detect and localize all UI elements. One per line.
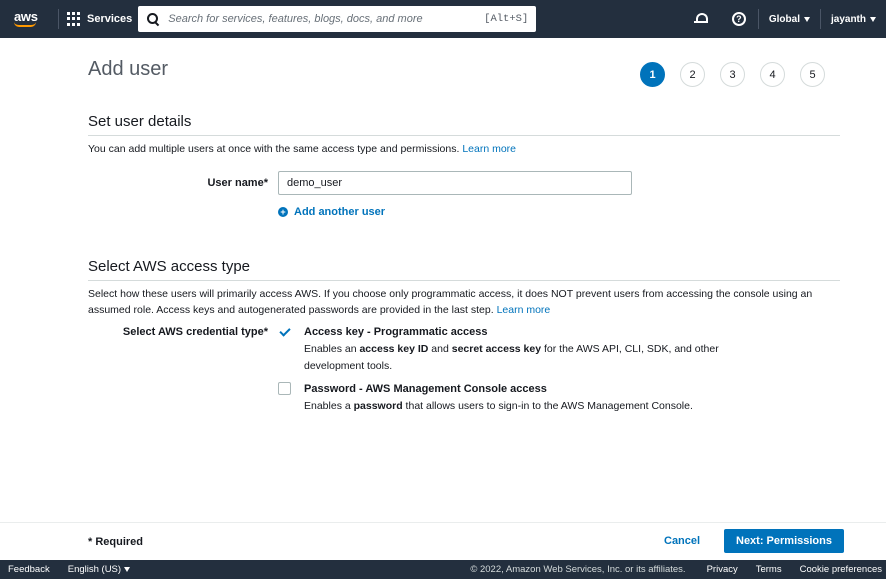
access-type-description: Select how these users will primarily ac… — [88, 286, 840, 318]
terms-link[interactable]: Terms — [747, 564, 791, 575]
cancel-button[interactable]: Cancel — [664, 535, 700, 547]
search-icon — [146, 12, 160, 26]
search-bar[interactable]: [Alt+S] — [138, 6, 537, 32]
plus-circle-icon: + — [278, 207, 288, 217]
password-checkbox[interactable] — [278, 382, 291, 395]
aws-logo[interactable]: aws — [14, 10, 50, 27]
credential-type-label: Select AWS credential type* — [122, 326, 268, 338]
access-key-checkbox[interactable] — [278, 325, 291, 338]
section-heading-access-type: Select AWS access type — [88, 258, 251, 275]
user-details-description-text: You can add multiple users at once with … — [88, 143, 460, 155]
section-divider — [88, 135, 840, 136]
services-menu-button[interactable]: Services — [67, 12, 132, 26]
wizard-step-2[interactable]: 2 — [680, 62, 705, 87]
desc-bold: password — [353, 400, 403, 412]
search-shortcut-hint: [Alt+S] — [484, 13, 529, 25]
services-label: Services — [87, 13, 133, 25]
aws-logo-smile-icon — [14, 22, 36, 27]
next-permissions-button[interactable]: Next: Permissions — [724, 529, 844, 553]
notifications-button[interactable] — [682, 0, 720, 38]
bell-icon — [693, 13, 708, 25]
desc-text: that allows users to sign-in to the AWS … — [402, 400, 693, 412]
access-key-option-description: Enables an access key ID and secret acce… — [304, 341, 724, 375]
section-divider — [88, 280, 840, 281]
add-another-user-button[interactable]: + Add another user — [278, 206, 385, 218]
wizard-step-5[interactable]: 5 — [800, 62, 825, 87]
user-name-input[interactable] — [278, 171, 632, 195]
desc-text: Enables a — [304, 400, 354, 412]
caret-down-icon — [870, 16, 876, 22]
page-title: Add user — [88, 58, 169, 80]
wizard-step-1[interactable]: 1 — [640, 62, 665, 87]
desc-text: Enables an — [304, 343, 360, 355]
wizard-step-4[interactable]: 4 — [760, 62, 785, 87]
feedback-link[interactable]: Feedback — [0, 564, 59, 575]
section-heading-user-details: Set user details — [88, 113, 192, 130]
desc-text: and — [428, 343, 452, 355]
region-label: Global — [768, 13, 800, 25]
language-label: English (US) — [67, 564, 122, 575]
learn-more-link[interactable]: Learn more — [462, 143, 516, 155]
desc-bold: secret access key — [451, 343, 542, 355]
add-another-user-label: Add another user — [294, 206, 386, 218]
account-menu[interactable]: jayanth — [821, 14, 886, 25]
caret-down-icon — [803, 16, 810, 22]
caret-down-icon — [124, 567, 131, 572]
search-input[interactable] — [168, 13, 485, 25]
password-option-title: Password - AWS Management Console access — [304, 383, 547, 395]
nav-divider — [58, 9, 59, 29]
language-selector[interactable]: English (US) — [59, 564, 139, 575]
copyright-text: © 2022, Amazon Web Services, Inc. or its… — [470, 564, 686, 575]
grid-icon — [67, 12, 81, 26]
learn-more-link[interactable]: Learn more — [497, 304, 551, 316]
top-navigation-bar: aws Services [Alt+S] ? Global jayanth — [0, 0, 886, 38]
password-option-description: Enables a password that allows users to … — [304, 398, 744, 415]
console-footer: Feedback English (US) © 2022, Amazon Web… — [0, 560, 886, 579]
user-name-label: User name* — [207, 177, 268, 189]
user-details-description: You can add multiple users at once with … — [88, 141, 840, 157]
desc-bold: access key ID — [359, 343, 429, 355]
account-label: jayanth — [830, 13, 866, 25]
required-note: * Required — [88, 536, 144, 548]
wizard-steps: 1 2 3 4 5 — [640, 62, 825, 87]
nav-right-group: ? Global jayanth — [682, 0, 886, 38]
wizard-step-3[interactable]: 3 — [720, 62, 745, 87]
wizard-action-bar: * Required Cancel Next: Permissions — [0, 522, 886, 558]
cookie-preferences-link[interactable]: Cookie preferences — [791, 564, 886, 575]
region-menu[interactable]: Global — [759, 14, 820, 25]
access-type-description-text: Select how these users will primarily ac… — [88, 288, 813, 316]
privacy-link[interactable]: Privacy — [698, 564, 747, 575]
access-key-option-title: Access key - Programmatic access — [304, 326, 488, 338]
help-circle-icon: ? — [731, 12, 746, 26]
help-button[interactable]: ? — [720, 0, 758, 38]
